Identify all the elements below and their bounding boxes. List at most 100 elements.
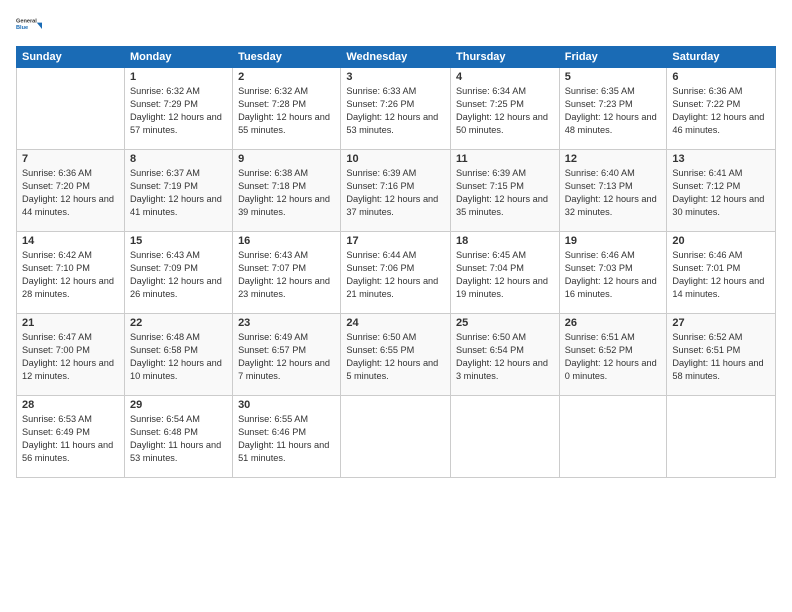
cell-info: Sunrise: 6:44 AM Sunset: 7:06 PM Dayligh… [346,249,445,301]
day-number: 11 [456,153,554,165]
day-number: 2 [238,71,335,83]
cell-info: Sunrise: 6:46 AM Sunset: 7:01 PM Dayligh… [672,249,770,301]
day-number: 21 [22,317,119,329]
cell-info: Sunrise: 6:46 AM Sunset: 7:03 PM Dayligh… [565,249,662,301]
day-number: 22 [130,317,227,329]
calendar-cell: 27 Sunrise: 6:52 AM Sunset: 6:51 PM Dayli… [667,314,776,396]
cell-info: Sunrise: 6:35 AM Sunset: 7:23 PM Dayligh… [565,85,662,137]
header-day: Sunday [17,47,125,68]
header-day: Monday [124,47,232,68]
calendar-cell: 7 Sunrise: 6:36 AM Sunset: 7:20 PM Daylig… [17,150,125,232]
day-number: 1 [130,71,227,83]
day-number: 28 [22,399,119,411]
day-number: 3 [346,71,445,83]
day-number: 12 [565,153,662,165]
cell-info: Sunrise: 6:53 AM Sunset: 6:49 PM Dayligh… [22,413,119,465]
svg-text:General: General [16,19,37,25]
calendar-cell: 23 Sunrise: 6:49 AM Sunset: 6:57 PM Dayli… [233,314,341,396]
calendar-row: 28 Sunrise: 6:53 AM Sunset: 6:49 PM Dayli… [17,396,776,478]
calendar-row: 7 Sunrise: 6:36 AM Sunset: 7:20 PM Daylig… [17,150,776,232]
cell-info: Sunrise: 6:50 AM Sunset: 6:55 PM Dayligh… [346,331,445,383]
calendar-cell [451,396,560,478]
day-number: 23 [238,317,335,329]
cell-info: Sunrise: 6:39 AM Sunset: 7:15 PM Dayligh… [456,167,554,219]
cell-info: Sunrise: 6:32 AM Sunset: 7:28 PM Dayligh… [238,85,335,137]
calendar-cell: 8 Sunrise: 6:37 AM Sunset: 7:19 PM Daylig… [124,150,232,232]
header-day: Friday [559,47,667,68]
calendar-cell: 9 Sunrise: 6:38 AM Sunset: 7:18 PM Daylig… [233,150,341,232]
calendar-table: SundayMondayTuesdayWednesdayThursdayFrid… [16,46,776,478]
cell-info: Sunrise: 6:36 AM Sunset: 7:22 PM Dayligh… [672,85,770,137]
day-number: 24 [346,317,445,329]
calendar-cell [17,68,125,150]
header-row: SundayMondayTuesdayWednesdayThursdayFrid… [17,47,776,68]
header-day: Wednesday [341,47,451,68]
day-number: 30 [238,399,335,411]
day-number: 19 [565,235,662,247]
cell-info: Sunrise: 6:34 AM Sunset: 7:25 PM Dayligh… [456,85,554,137]
calendar-page: GeneralBlue SundayMondayTuesdayWednesday… [0,0,792,612]
calendar-cell [341,396,451,478]
cell-info: Sunrise: 6:33 AM Sunset: 7:26 PM Dayligh… [346,85,445,137]
day-number: 7 [22,153,119,165]
calendar-cell [667,396,776,478]
day-number: 18 [456,235,554,247]
calendar-cell: 24 Sunrise: 6:50 AM Sunset: 6:55 PM Dayli… [341,314,451,396]
calendar-cell: 12 Sunrise: 6:40 AM Sunset: 7:13 PM Dayli… [559,150,667,232]
calendar-cell: 6 Sunrise: 6:36 AM Sunset: 7:22 PM Daylig… [667,68,776,150]
day-number: 27 [672,317,770,329]
cell-info: Sunrise: 6:55 AM Sunset: 6:46 PM Dayligh… [238,413,335,465]
cell-info: Sunrise: 6:49 AM Sunset: 6:57 PM Dayligh… [238,331,335,383]
cell-info: Sunrise: 6:54 AM Sunset: 6:48 PM Dayligh… [130,413,227,465]
calendar-cell: 2 Sunrise: 6:32 AM Sunset: 7:28 PM Daylig… [233,68,341,150]
svg-text:Blue: Blue [16,25,28,31]
cell-info: Sunrise: 6:47 AM Sunset: 7:00 PM Dayligh… [22,331,119,383]
day-number: 10 [346,153,445,165]
calendar-cell: 18 Sunrise: 6:45 AM Sunset: 7:04 PM Dayli… [451,232,560,314]
calendar-row: 14Sunrise: 6:42 AM Sunset: 7:10 PM Dayli… [17,232,776,314]
cell-info: Sunrise: 6:52 AM Sunset: 6:51 PM Dayligh… [672,331,770,383]
logo-icon: GeneralBlue [16,10,44,38]
day-number: 15 [130,235,227,247]
cell-info: Sunrise: 6:51 AM Sunset: 6:52 PM Dayligh… [565,331,662,383]
calendar-cell: 20 Sunrise: 6:46 AM Sunset: 7:01 PM Dayli… [667,232,776,314]
calendar-cell: 28 Sunrise: 6:53 AM Sunset: 6:49 PM Dayli… [17,396,125,478]
day-number: 14 [22,235,119,247]
calendar-row: 21 Sunrise: 6:47 AM Sunset: 7:00 PM Dayli… [17,314,776,396]
cell-info: Sunrise: 6:37 AM Sunset: 7:19 PM Dayligh… [130,167,227,219]
day-number: 20 [672,235,770,247]
calendar-cell: 30 Sunrise: 6:55 AM Sunset: 6:46 PM Dayli… [233,396,341,478]
day-number: 6 [672,71,770,83]
day-number: 4 [456,71,554,83]
calendar-cell: 3 Sunrise: 6:33 AM Sunset: 7:26 PM Daylig… [341,68,451,150]
day-number: 9 [238,153,335,165]
calendar-row: 1Sunrise: 6:32 AM Sunset: 7:29 PM Daylig… [17,68,776,150]
day-number: 8 [130,153,227,165]
cell-info: Sunrise: 6:41 AM Sunset: 7:12 PM Dayligh… [672,167,770,219]
calendar-cell: 22 Sunrise: 6:48 AM Sunset: 6:58 PM Dayli… [124,314,232,396]
calendar-cell: 10 Sunrise: 6:39 AM Sunset: 7:16 PM Dayli… [341,150,451,232]
day-number: 26 [565,317,662,329]
calendar-cell: 29 Sunrise: 6:54 AM Sunset: 6:48 PM Dayli… [124,396,232,478]
logo: GeneralBlue [16,10,44,38]
cell-info: Sunrise: 6:36 AM Sunset: 7:20 PM Dayligh… [22,167,119,219]
cell-info: Sunrise: 6:45 AM Sunset: 7:04 PM Dayligh… [456,249,554,301]
calendar-cell: 26 Sunrise: 6:51 AM Sunset: 6:52 PM Dayli… [559,314,667,396]
cell-info: Sunrise: 6:48 AM Sunset: 6:58 PM Dayligh… [130,331,227,383]
cell-info: Sunrise: 6:43 AM Sunset: 7:09 PM Dayligh… [130,249,227,301]
calendar-cell: 21 Sunrise: 6:47 AM Sunset: 7:00 PM Dayli… [17,314,125,396]
cell-info: Sunrise: 6:38 AM Sunset: 7:18 PM Dayligh… [238,167,335,219]
calendar-cell [559,396,667,478]
calendar-cell: 14Sunrise: 6:42 AM Sunset: 7:10 PM Dayli… [17,232,125,314]
calendar-cell: 16Sunrise: 6:43 AM Sunset: 7:07 PM Dayli… [233,232,341,314]
cell-info: Sunrise: 6:39 AM Sunset: 7:16 PM Dayligh… [346,167,445,219]
header-day: Tuesday [233,47,341,68]
calendar-cell: 1Sunrise: 6:32 AM Sunset: 7:29 PM Daylig… [124,68,232,150]
calendar-cell: 5Sunrise: 6:35 AM Sunset: 7:23 PM Daylig… [559,68,667,150]
cell-info: Sunrise: 6:50 AM Sunset: 6:54 PM Dayligh… [456,331,554,383]
cell-info: Sunrise: 6:40 AM Sunset: 7:13 PM Dayligh… [565,167,662,219]
day-number: 25 [456,317,554,329]
day-number: 29 [130,399,227,411]
calendar-cell: 25 Sunrise: 6:50 AM Sunset: 6:54 PM Dayli… [451,314,560,396]
calendar-cell: 15 Sunrise: 6:43 AM Sunset: 7:09 PM Dayli… [124,232,232,314]
